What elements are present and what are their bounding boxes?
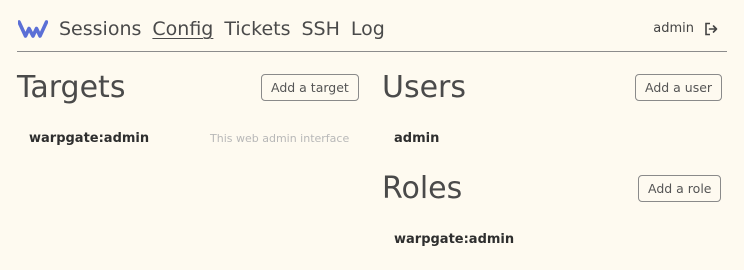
roles-title: Roles (382, 171, 463, 206)
user-menu: admin (653, 21, 718, 36)
nav-ssh[interactable]: SSH (302, 16, 340, 42)
add-user-button[interactable]: Add a user (635, 74, 723, 101)
user-item-name[interactable]: admin (394, 131, 439, 146)
target-item-description: This web admin interface (210, 132, 350, 145)
top-nav-bar: Sessions Config Tickets SSH Log admin (0, 0, 744, 52)
logout-icon[interactable] (704, 22, 718, 36)
header-divider (17, 51, 727, 52)
role-item-name[interactable]: warpgate:admin (394, 232, 514, 247)
warpgate-logo-icon[interactable] (18, 20, 48, 38)
nav-sessions[interactable]: Sessions (59, 16, 141, 42)
nav-log[interactable]: Log (351, 16, 385, 42)
nav-tickets[interactable]: Tickets (224, 16, 290, 42)
nav-config[interactable]: Config (152, 16, 213, 42)
add-target-button[interactable]: Add a target (261, 74, 359, 101)
add-role-button[interactable]: Add a role (638, 175, 722, 202)
username-label[interactable]: admin (653, 21, 694, 36)
targets-title: Targets (17, 70, 126, 105)
main-nav: Sessions Config Tickets SSH Log (59, 16, 385, 42)
target-item-name[interactable]: warpgate:admin (29, 131, 149, 146)
users-title: Users (382, 70, 467, 105)
